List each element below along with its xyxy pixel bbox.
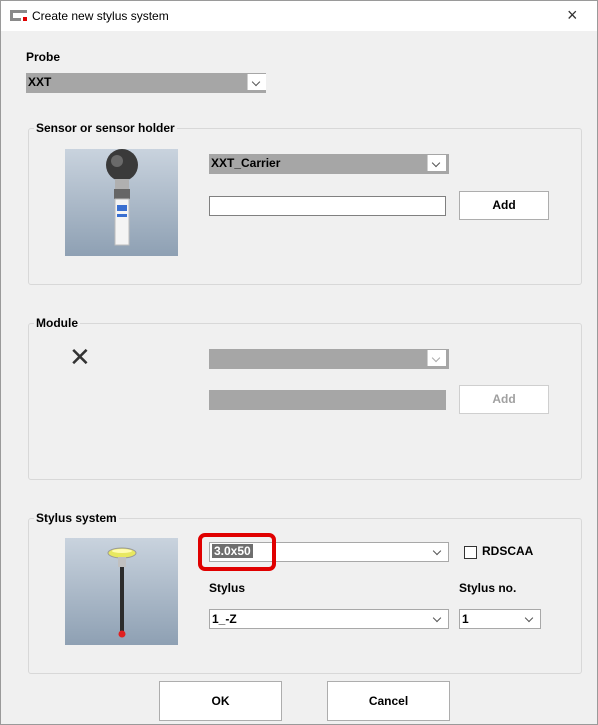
probe-select-value: XXT [28,75,52,89]
probe-head-icon [106,149,138,246]
module-add-button: Add [459,385,549,414]
stylus-label: Stylus [209,581,246,595]
cancel-button[interactable]: Cancel [327,681,450,721]
sensor-select[interactable]: XXT_Carrier [209,154,449,174]
stylus-no-label: Stylus no. [459,581,517,595]
stylus-no-select[interactable]: 1 [459,609,541,629]
sensor-add-button[interactable]: Add [459,191,549,220]
stylus-icon [107,547,137,638]
selection-highlight [198,533,276,571]
app-icon [10,10,27,21]
stylus-system-group-label: Stylus system [34,511,119,525]
module-select [209,349,449,369]
ok-button[interactable]: OK [159,681,282,721]
chevron-down-icon[interactable] [429,543,447,559]
rdscaa-label: RDSCAA [482,544,534,558]
no-module-icon: ✕ [69,342,91,372]
window-title: Create new stylus system [32,9,169,23]
chevron-down-icon[interactable] [427,155,446,171]
sensor-group-label: Sensor or sensor holder [34,121,177,135]
module-text-field [209,390,446,410]
chevron-down-icon[interactable] [521,610,539,626]
stylus-no-select-value: 1 [462,612,469,626]
probe-label: Probe [26,50,61,64]
stylus-select-value: 1_-Z [212,612,237,626]
sensor-text-field[interactable] [209,196,446,216]
stylus-image [65,538,178,645]
close-icon[interactable]: × [567,6,578,24]
title-bar: Create new stylus system × [1,1,597,31]
sensor-image [65,149,178,256]
chevron-down-icon[interactable] [429,610,447,626]
rdscaa-checkbox[interactable] [464,546,477,559]
probe-select[interactable]: XXT [26,73,266,93]
dialog-window: Create new stylus system × Probe XXT Sen… [0,0,598,725]
stylus-select[interactable]: 1_-Z [209,609,449,629]
module-group-label: Module [34,316,80,330]
chevron-down-icon[interactable] [247,74,266,90]
sensor-select-value: XXT_Carrier [211,156,281,170]
chevron-down-icon [427,350,446,366]
